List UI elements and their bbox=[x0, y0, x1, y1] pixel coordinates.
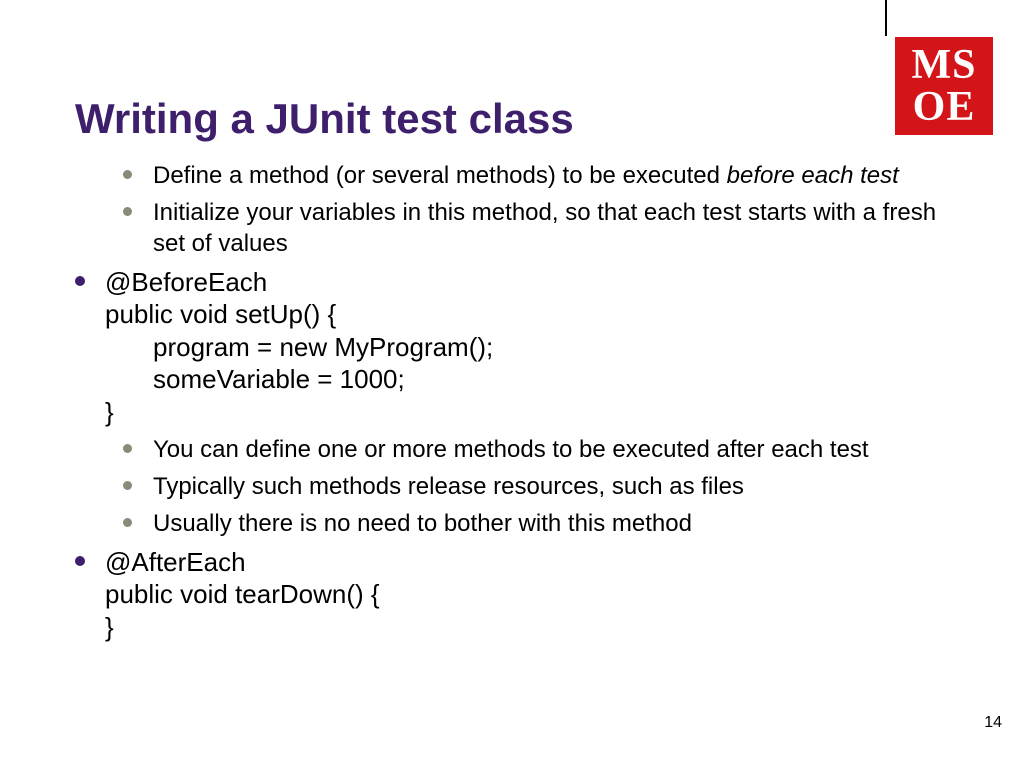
bullet: Usually there is no need to bother with … bbox=[123, 508, 955, 539]
code-line: public void tearDown() { bbox=[105, 579, 380, 609]
logo-letter: E bbox=[946, 86, 975, 128]
page-number: 14 bbox=[984, 714, 1002, 732]
bullet: Typically such methods release resources… bbox=[123, 471, 955, 502]
code-line: someVariable = 1000; bbox=[105, 363, 955, 396]
code-line: } bbox=[105, 397, 114, 427]
slide-title: Writing a JUnit test class bbox=[75, 95, 574, 143]
code-bullet: @AfterEach public void tearDown() { } bbox=[75, 546, 955, 644]
msoe-logo: M S O E bbox=[894, 36, 994, 136]
code-line: @AfterEach bbox=[105, 547, 246, 577]
bullet: Initialize your variables in this method… bbox=[123, 197, 955, 259]
code-line: @BeforeEach bbox=[105, 267, 267, 297]
bullet-emph: before each test bbox=[727, 162, 899, 189]
bullet: Define a method (or several methods) to … bbox=[123, 160, 955, 191]
logo-letter: M bbox=[911, 44, 952, 86]
code-line: public void setUp() { bbox=[105, 299, 336, 329]
slide: M S O E Writing a JUnit test class Defin… bbox=[0, 0, 1024, 768]
code-bullet: @BeforeEach public void setUp() { progra… bbox=[75, 266, 955, 429]
top-divider bbox=[885, 0, 887, 36]
bullet: You can define one or more methods to be… bbox=[123, 434, 955, 465]
code-line: } bbox=[105, 612, 114, 642]
code-line: program = new MyProgram(); bbox=[105, 331, 955, 364]
slide-body: Define a method (or several methods) to … bbox=[75, 160, 955, 649]
bullet-text: Define a method (or several methods) to … bbox=[153, 162, 727, 189]
logo-letter: O bbox=[913, 86, 947, 128]
logo-letter: S bbox=[952, 44, 976, 86]
